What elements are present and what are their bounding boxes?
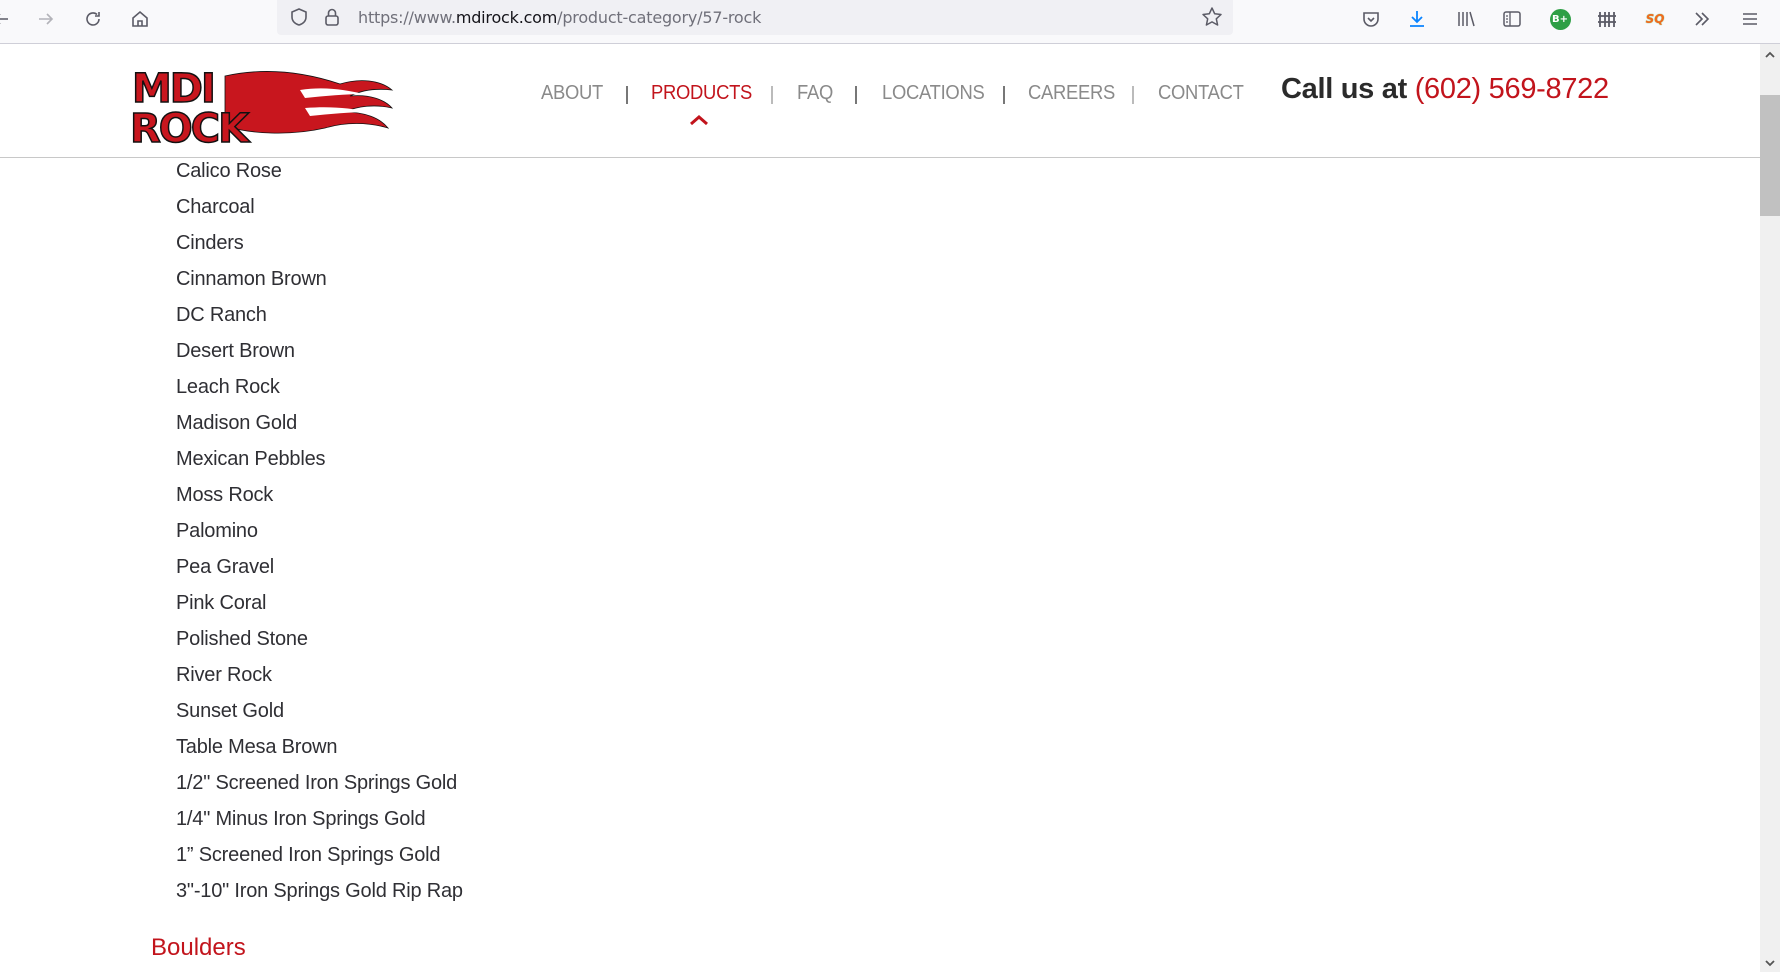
product-list-item[interactable]: Madison Gold [176,412,297,435]
product-list-item[interactable]: River Rock [176,664,272,687]
product-list-item[interactable]: Sunset Gold [176,700,284,723]
page-scrollbar[interactable] [1760,44,1780,972]
product-list-item[interactable]: Desert Brown [176,340,295,363]
url-bar[interactable]: https://www.mdirock.com/product-category… [277,0,1233,35]
nav-separator [626,86,628,104]
bookmark-star-icon[interactable] [1201,6,1223,33]
nav-careers[interactable]: CAREERS [1028,82,1115,105]
forward-arrow-icon[interactable] [31,4,61,34]
product-list-item[interactable]: Cinders [176,232,244,255]
product-list-item[interactable]: Moss Rock [176,484,273,507]
url-text[interactable]: https://www.mdirock.com/product-category… [358,8,761,27]
product-list-item[interactable]: Cinnamon Brown [176,268,327,291]
product-list-item[interactable]: Polished Stone [176,628,308,651]
sq-extension-icon[interactable]: SQ [1640,4,1670,34]
browser-toolbar: https://www.mdirock.com/product-category… [0,0,1780,44]
product-list: Calico Rose Charcoal Cinders Cinnamon Brown… [0,158,1760,972]
product-list-item[interactable]: Pink Coral [176,592,266,615]
url-host: mdirock.com [455,8,558,27]
product-list-item[interactable]: DC Ranch [176,304,267,327]
product-list-item[interactable]: Table Mesa Brown [176,736,338,759]
scroll-down-icon[interactable] [1760,954,1780,972]
back-arrow-icon[interactable] [0,4,16,34]
scrollbar-thumb[interactable] [1760,95,1780,216]
product-list-item[interactable]: Palomino [176,520,258,543]
nav-separator [771,86,773,104]
product-list-item[interactable]: 3"-10" Iron Springs Gold Rip Rap [176,880,463,903]
scroll-up-icon[interactable] [1760,46,1780,64]
product-list-item[interactable]: Calico Rose [176,160,282,183]
sq-label: SQ [1645,12,1665,26]
library-icon[interactable] [1451,4,1481,34]
nav-contact[interactable]: CONTACT [1158,82,1244,105]
svg-text:ROCK: ROCK [130,106,251,146]
reload-icon[interactable] [78,4,108,34]
hamburger-menu-icon[interactable] [1735,4,1765,34]
active-caret-icon [690,115,708,126]
shield-icon[interactable] [289,7,309,32]
pocket-icon[interactable] [1356,4,1386,34]
site-header: MDI ROCK ABOUT PRODUCTS FAQ LOCATIONS CA… [0,44,1760,158]
mdi-rock-logo[interactable]: MDI ROCK [129,64,395,153]
home-icon[interactable] [125,4,155,34]
nav-separator [855,86,857,104]
product-list-item[interactable]: Pea Gravel [176,556,274,579]
phone-link[interactable]: (602) 569-8722 [1415,73,1609,105]
product-list-item[interactable]: Leach Rock [176,376,280,399]
bplus-extension-icon[interactable]: B+ [1545,4,1575,34]
product-list-item[interactable]: 1” Screened Iron Springs Gold [176,844,441,867]
product-list-item[interactable]: Charcoal [176,196,255,219]
overflow-chevron-icon[interactable] [1687,4,1717,34]
sidebar-icon[interactable] [1497,4,1527,34]
nav-about[interactable]: ABOUT [541,82,603,105]
bplus-label: B+ [1549,8,1571,30]
nav-separator [1003,86,1005,104]
nav-products[interactable]: PRODUCTS [651,82,752,105]
product-list-item[interactable]: 1/4" Minus Iron Springs Gold [176,808,426,831]
boulders-heading[interactable]: Boulders [151,934,246,962]
nav-separator [1132,86,1134,104]
url-path: /product-category/57-rock [557,8,762,27]
product-list-item[interactable]: 1/2" Screened Iron Springs Gold [176,772,457,795]
nav-locations[interactable]: LOCATIONS [882,82,985,105]
fence-extension-icon[interactable] [1592,4,1622,34]
product-list-item[interactable]: Mexican Pebbles [176,448,326,471]
call-us: Call us at (602) 569-8722 [1281,73,1609,106]
nav-faq[interactable]: FAQ [797,82,833,105]
download-icon[interactable] [1402,4,1432,34]
url-scheme: https://www. [358,8,456,27]
lock-icon[interactable] [322,6,342,33]
logo-graphic: MDI ROCK [129,65,394,153]
call-label: Call us at [1281,73,1407,105]
